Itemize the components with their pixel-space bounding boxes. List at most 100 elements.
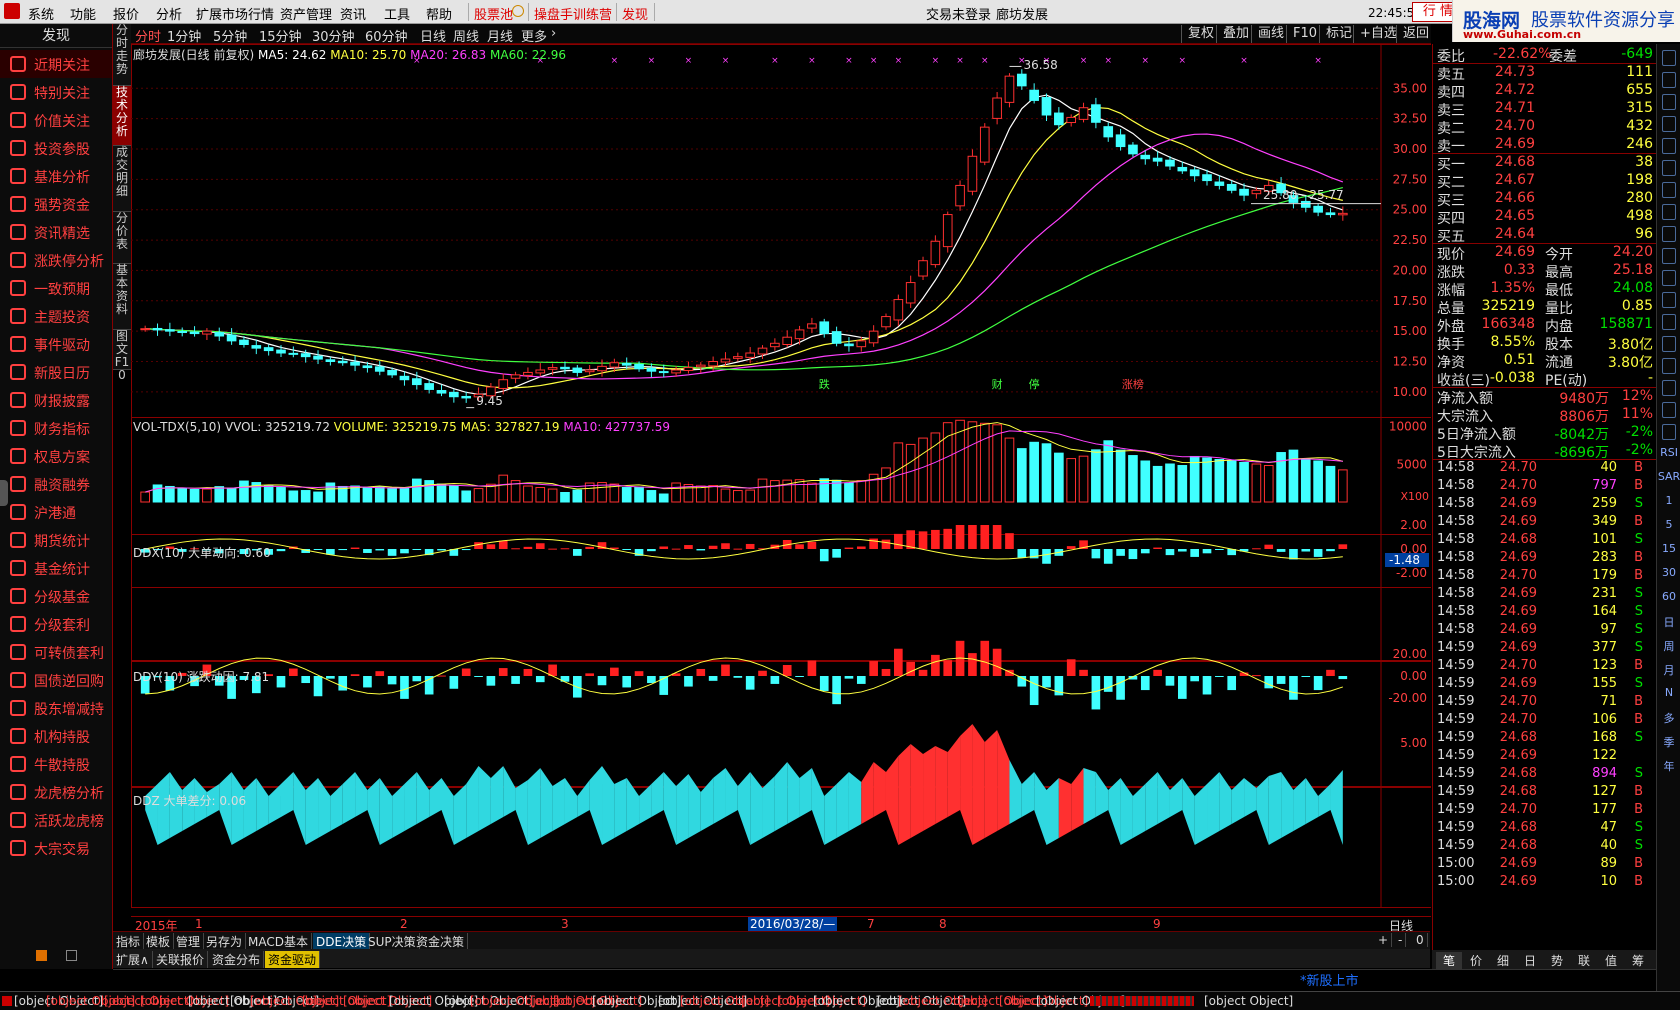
sidebar-handle[interactable] bbox=[0, 480, 8, 506]
tool-strip-item[interactable]: 15 bbox=[1657, 542, 1680, 555]
tool-icon[interactable] bbox=[1662, 248, 1676, 264]
tab-trend[interactable]: 势 bbox=[1544, 952, 1570, 969]
tool-strip-item[interactable]: 1 bbox=[1657, 494, 1680, 507]
tool-strip-item[interactable]: 多 bbox=[1657, 710, 1680, 726]
tool-icon[interactable] bbox=[1662, 138, 1676, 154]
period-timeshare[interactable]: 分时 bbox=[135, 26, 161, 45]
menu-discover[interactable]: 发现 bbox=[622, 4, 648, 23]
f10-button[interactable]: F10 bbox=[1286, 25, 1323, 43]
period-15min[interactable]: 15分钟 bbox=[259, 26, 302, 45]
sidebar-item[interactable]: 分级基金 bbox=[0, 582, 112, 610]
sidebar-item[interactable]: 特别关注 bbox=[0, 78, 112, 106]
tab-detail[interactable]: 细 bbox=[1490, 952, 1516, 969]
tool-icon[interactable] bbox=[1662, 314, 1676, 330]
zoom-out-button[interactable]: - bbox=[1395, 933, 1407, 947]
zoom-in-button[interactable]: + bbox=[1375, 933, 1393, 947]
tool-icon[interactable] bbox=[1662, 50, 1676, 66]
sidebar-item[interactable]: 融资融券 bbox=[0, 470, 112, 498]
tool-icon[interactable] bbox=[1662, 182, 1676, 198]
tab-link[interactable]: 联 bbox=[1571, 952, 1597, 969]
tool-strip-item[interactable]: SAR bbox=[1657, 470, 1680, 483]
tab-tick[interactable]: 笔 bbox=[1436, 952, 1462, 969]
period-60min[interactable]: 60分钟 bbox=[365, 26, 408, 45]
login-status[interactable]: 交易未登录 bbox=[926, 4, 991, 23]
adjust-button[interactable]: 复权 bbox=[1181, 25, 1220, 43]
tool-icon[interactable] bbox=[1662, 336, 1676, 352]
sidebar-item[interactable]: 强势资金 bbox=[0, 190, 112, 218]
sidebar-item[interactable]: 新股日历 bbox=[0, 358, 112, 386]
tab-chips[interactable]: 筹 bbox=[1625, 952, 1651, 969]
sidebar-item[interactable]: 基准分析 bbox=[0, 162, 112, 190]
tool-icon[interactable] bbox=[1662, 358, 1676, 374]
tab-expand[interactable]: 扩展∧ bbox=[113, 951, 153, 968]
tool-strip-item[interactable]: 5 bbox=[1657, 518, 1680, 531]
tab-daily[interactable]: 日 bbox=[1517, 952, 1543, 969]
menu-extended-market[interactable]: 扩展市场行情 bbox=[196, 4, 274, 23]
tool-icon[interactable] bbox=[1662, 402, 1676, 418]
tab-f10[interactable]: 图文F10 bbox=[113, 330, 131, 382]
menu-quote[interactable]: 报价 bbox=[113, 4, 139, 23]
sidebar-item[interactable]: 一致预期 bbox=[0, 274, 112, 302]
menu-asset-management[interactable]: 资产管理 bbox=[280, 4, 332, 23]
tool-strip-item[interactable]: RSI bbox=[1657, 446, 1680, 459]
sidebar-item[interactable]: 价值关注 bbox=[0, 106, 112, 134]
sidebar-item[interactable]: 主题投资 bbox=[0, 302, 112, 330]
tab-fund-drive[interactable]: 资金驱动 bbox=[265, 951, 321, 968]
sidebar-item[interactable]: 资讯精选 bbox=[0, 218, 112, 246]
tab-value[interactable]: 值 bbox=[1598, 952, 1624, 969]
tab-basic-info[interactable]: 基本资料 bbox=[113, 264, 131, 330]
tab-indicator[interactable]: 指标 bbox=[113, 933, 145, 950]
period-more[interactable]: 更多 bbox=[521, 26, 547, 45]
menu-system[interactable]: 系统 bbox=[28, 4, 54, 23]
sidebar-item[interactable]: 财务指标 bbox=[0, 414, 112, 442]
menu-analysis[interactable]: 分析 bbox=[156, 4, 182, 23]
tab-manage[interactable]: 管理 bbox=[173, 933, 205, 950]
tab-macd[interactable]: MACD基本 bbox=[245, 933, 312, 950]
tool-icon[interactable] bbox=[1662, 270, 1676, 286]
period-30min[interactable]: 30分钟 bbox=[312, 26, 355, 45]
tool-icon[interactable] bbox=[1662, 116, 1676, 132]
tab-price[interactable]: 价 bbox=[1463, 952, 1489, 969]
tab-fund-decision[interactable]: 资金决策 bbox=[413, 933, 469, 950]
sidebar-item[interactable]: 财报披露 bbox=[0, 386, 112, 414]
tab-save-as[interactable]: 另存为 bbox=[203, 933, 247, 950]
menu-stock-pool[interactable]: 股票池 bbox=[474, 4, 513, 23]
tool-strip-item[interactable]: 30 bbox=[1657, 566, 1680, 579]
tool-strip-item[interactable]: 年 bbox=[1657, 758, 1680, 774]
tab-sup[interactable]: SUP决策 bbox=[365, 933, 420, 950]
tool-icon[interactable] bbox=[1662, 94, 1676, 110]
menu-tools[interactable]: 工具 bbox=[384, 4, 410, 23]
reset-button[interactable]: 0 bbox=[1413, 933, 1428, 947]
sidebar-item[interactable]: 龙虎榜分析 bbox=[0, 778, 112, 806]
sidebar-item[interactable]: 基金统计 bbox=[0, 554, 112, 582]
tool-icon[interactable] bbox=[1662, 424, 1676, 440]
tool-icon[interactable] bbox=[1662, 160, 1676, 176]
sidebar-item[interactable]: 权息方案 bbox=[0, 442, 112, 470]
sidebar-item[interactable]: 投资参股 bbox=[0, 134, 112, 162]
tool-strip-item[interactable]: 周 bbox=[1657, 638, 1680, 654]
period-daily[interactable]: 日线 bbox=[420, 26, 446, 45]
menu-function[interactable]: 功能 bbox=[70, 4, 96, 23]
sidebar-item[interactable]: 牛散持股 bbox=[0, 750, 112, 778]
tool-icon[interactable] bbox=[1662, 226, 1676, 242]
tab-price-table[interactable]: 分价表 bbox=[113, 212, 131, 264]
sidebar-item[interactable]: 事件驱动 bbox=[0, 330, 112, 358]
tab-fund-distribution[interactable]: 资金分布 bbox=[209, 951, 265, 968]
tab-technical[interactable]: 技术分析 bbox=[113, 86, 131, 146]
tool-icon[interactable] bbox=[1662, 204, 1676, 220]
tab-dde[interactable]: DDE决策 bbox=[313, 933, 371, 950]
sidebar-item[interactable]: 可转债套利 bbox=[0, 638, 112, 666]
sidebar-item[interactable]: 沪港通 bbox=[0, 498, 112, 526]
sidebar-item[interactable]: 大宗交易 bbox=[0, 834, 112, 862]
sidebar-item[interactable]: 国债逆回购 bbox=[0, 666, 112, 694]
period-5min[interactable]: 5分钟 bbox=[213, 26, 247, 45]
tab-trade-detail[interactable]: 成交明细 bbox=[113, 146, 131, 212]
tool-strip-item[interactable]: 60 bbox=[1657, 590, 1680, 603]
tool-strip-item[interactable]: 日 bbox=[1657, 614, 1680, 630]
back-button[interactable]: 返回 bbox=[1396, 25, 1435, 43]
sidebar-item[interactable]: 分级套利 bbox=[0, 610, 112, 638]
menu-trading-camp[interactable]: 操盘手训练营 bbox=[534, 4, 612, 23]
tool-strip-item[interactable]: 月 bbox=[1657, 662, 1680, 678]
new-ipo-link[interactable]: *新股上市 bbox=[1300, 970, 1359, 989]
period-monthly[interactable]: 月线 bbox=[487, 26, 513, 45]
